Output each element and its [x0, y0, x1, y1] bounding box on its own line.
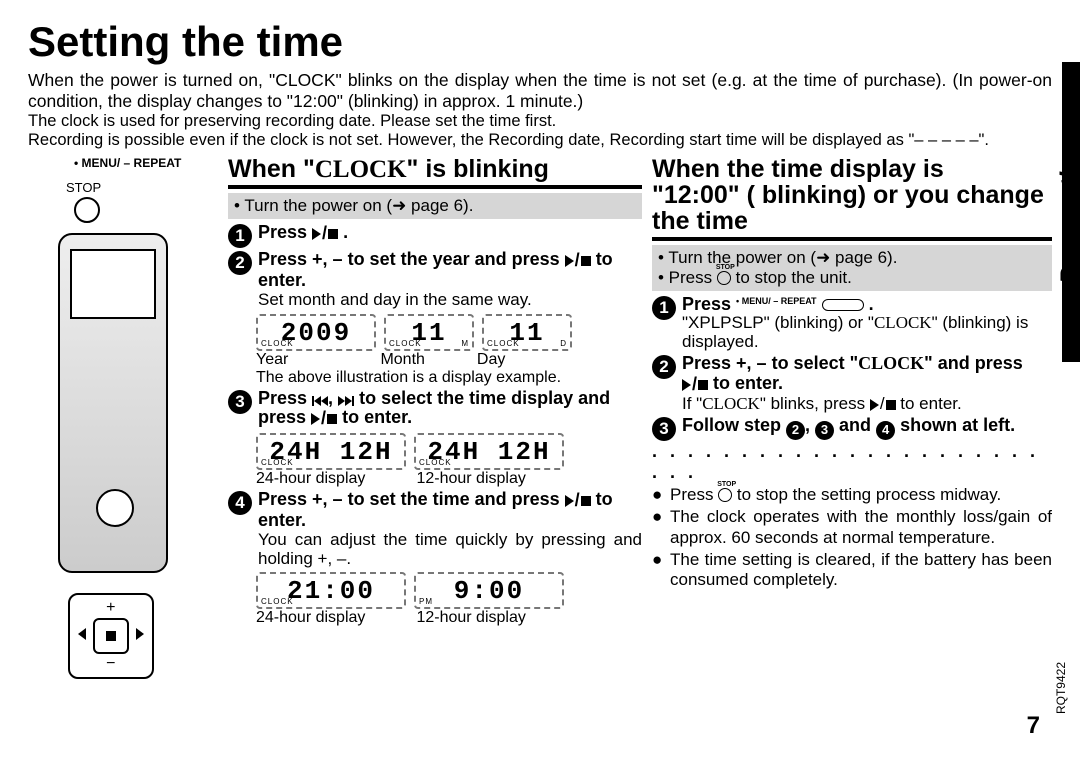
nav-pad-illustration: + −: [68, 593, 154, 679]
bullet-icon: ●: [652, 550, 664, 591]
plus-icon: +: [106, 599, 115, 617]
forward-icon: [338, 396, 354, 406]
mid-step-1: 1 Press / .: [228, 223, 642, 248]
play-stop-icon: /: [870, 395, 896, 414]
stop-icon: STOP: [717, 271, 731, 285]
mid-gray-note: • Turn the power on (➜ page 6).: [228, 193, 642, 219]
step-number-3: 3: [652, 417, 676, 441]
rewind-icon: [312, 396, 328, 406]
mid-heading: When "CLOCK" is blinking: [228, 156, 642, 183]
lcd-12h-a: 24H 12HCLOCK: [414, 433, 564, 470]
step-number-4: 4: [228, 491, 252, 515]
mid-column: When "CLOCK" is blinking • Turn the powe…: [228, 156, 642, 679]
section-label: Preparation: [1054, 140, 1080, 285]
stop-icon: STOP: [718, 488, 732, 502]
menu-repeat-button-icon: [822, 299, 864, 311]
recorder-screen: [70, 249, 156, 319]
lcd-row-format: 24H 12HCLOCK 24H 12HCLOCK: [256, 433, 642, 470]
dotted-separator: . . . . . . . . . . . . . . . . . . . . …: [652, 441, 1052, 483]
mid-step-4-sub: You can adjust the time quickly by press…: [258, 531, 642, 568]
page-number: 7: [1027, 712, 1040, 740]
lcd-time-captions: 24-hour display 12-hour display: [256, 609, 642, 627]
lcd-time-24: 21:00CLOCK: [256, 572, 406, 609]
device-column: • MENU/ – REPEAT STOP + −: [28, 156, 218, 679]
mid-step-2-sub: Set month and day in the same way.: [258, 291, 642, 310]
step-number-2: 2: [228, 251, 252, 275]
ref-step-2-icon: 2: [786, 421, 805, 440]
right-column: When the time display is "12:00" ( blink…: [652, 156, 1052, 679]
play-stop-icon: /: [311, 409, 337, 429]
right-arrow-icon: [136, 628, 144, 640]
lcd-format-captions: 24-hour display 12-hour display: [256, 470, 642, 488]
mid-step-2: 2 Press +, – to set the year and press /…: [228, 250, 642, 309]
step-number-1: 1: [228, 224, 252, 248]
right-step-1: 1 Press • MENU/ – REPEAT . "XPLPSLP" (bl…: [652, 295, 1052, 352]
lcd-row-time: 21:00CLOCK 9:00PM: [256, 572, 642, 609]
menu-repeat-label: • MENU/ – REPEAT: [74, 156, 218, 170]
lcd-24h-a: 24H 12HCLOCK: [256, 433, 406, 470]
stop-text: STOP: [66, 180, 101, 195]
bullet-icon: ●: [652, 507, 664, 548]
page-title: Setting the time: [28, 18, 1052, 66]
stop-label-row: STOP: [66, 180, 218, 195]
bullet-icon: ●: [652, 485, 664, 505]
lcd-time-12: 9:00PM: [414, 572, 564, 609]
center-button: [93, 618, 129, 654]
lcd-note: The above illustration is a display exam…: [256, 369, 642, 387]
right-step-3: 3 Follow step 2, 3 and 4 shown at left.: [652, 416, 1052, 441]
mid-heading-rule: [228, 185, 642, 189]
minus-icon: −: [106, 655, 115, 673]
right-step-2-sub: If "CLOCK" blinks, press / to enter.: [682, 395, 1052, 414]
step-number-1: 1: [652, 296, 676, 320]
play-stop-icon: /: [682, 375, 708, 395]
intro-para-2: The clock is used for preserving recordi…: [28, 112, 1052, 131]
right-step-2: 2 Press +, – to select "CLOCK" and press…: [652, 354, 1052, 414]
stop-button-circle: [74, 197, 218, 223]
ref-step-4-icon: 4: [876, 421, 895, 440]
play-stop-icon: /: [565, 491, 591, 511]
intro-para-1: When the power is turned on, "CLOCK" bli…: [28, 70, 1052, 112]
lcd-day: 11 CLOCKD: [482, 314, 572, 351]
ref-step-3-icon: 3: [815, 421, 834, 440]
lcd-month: 11 CLOCKM: [384, 314, 474, 351]
lcd-date-captions: Year Month Day: [256, 351, 642, 369]
doc-code: RQT9422: [1054, 662, 1068, 714]
play-stop-icon: /: [565, 251, 591, 271]
mid-step-3: 3 Press , to select the time display and…: [228, 389, 642, 430]
lcd-year: 2009 CLOCK: [256, 314, 376, 351]
right-bullets: ● Press STOP to stop the setting process…: [652, 485, 1052, 591]
right-step-1-sub: "XPLPSLP" (blinking) or "CLOCK" (blinkin…: [682, 314, 1052, 351]
mid-step-4: 4 Press +, – to set the time and press /…: [228, 490, 642, 568]
intro-para-3: Recording is possible even if the clock …: [28, 131, 1052, 150]
play-stop-icon: /: [312, 224, 338, 244]
lcd-row-date: 2009 CLOCK 11 CLOCKM 11 CLOCKD: [256, 314, 642, 351]
left-arrow-icon: [78, 628, 86, 640]
recorder-control-wheel: [96, 489, 134, 527]
right-heading-rule: [652, 237, 1052, 241]
step-number-3: 3: [228, 390, 252, 414]
right-gray-note: • Turn the power on (➜ page 6). • Press …: [652, 245, 1052, 291]
right-heading: When the time display is "12:00" ( blink…: [652, 156, 1052, 235]
step-number-2: 2: [652, 355, 676, 379]
recorder-illustration: [58, 233, 168, 573]
